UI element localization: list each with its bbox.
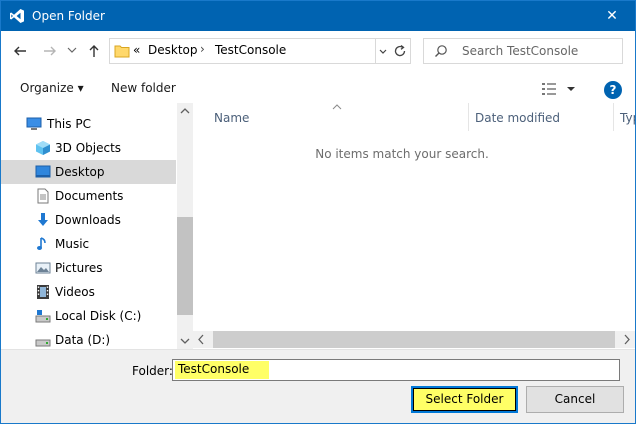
address-bar[interactable]: « Desktop › TestConsole bbox=[109, 38, 411, 64]
music-icon bbox=[37, 237, 46, 250]
computer-icon bbox=[26, 117, 42, 130]
sidebar-item-downloads[interactable]: Downloads bbox=[1, 208, 176, 232]
refresh-button[interactable] bbox=[390, 39, 410, 63]
folder-label: Folder: bbox=[132, 364, 173, 378]
folder-name-value[interactable]: TestConsole bbox=[175, 361, 270, 379]
navigation-scrollbar[interactable] bbox=[177, 103, 193, 349]
navigation-pane: This PC 3D Objects Desktop Documents Dow… bbox=[1, 103, 177, 349]
command-bar: Organize ▾ New folder ? bbox=[1, 73, 635, 103]
column-header-date-modified[interactable]: Date modified bbox=[469, 103, 615, 131]
search-box[interactable]: Search TestConsole bbox=[423, 38, 623, 64]
column-date-label: Date modified bbox=[475, 111, 561, 125]
select-folder-button[interactable]: Select Folder bbox=[411, 386, 518, 413]
address-dropdown-button[interactable] bbox=[376, 39, 390, 63]
horizontal-scrollbar[interactable] bbox=[193, 331, 635, 348]
file-list: Name Date modified Typ No items match yo… bbox=[193, 103, 635, 349]
sidebar-item-label: Music bbox=[55, 237, 90, 251]
sidebar-item-label: Documents bbox=[55, 189, 124, 203]
drive-icon bbox=[35, 339, 51, 347]
download-icon bbox=[38, 213, 48, 226]
new-folder-button[interactable]: New folder bbox=[111, 81, 176, 95]
sidebar-item-label: Data (D:) bbox=[55, 333, 111, 347]
close-button[interactable]: ✕ bbox=[589, 1, 635, 31]
breadcrumb-testconsole[interactable]: TestConsole bbox=[215, 43, 286, 57]
sidebar-item-data-drive[interactable]: Data (D:) bbox=[1, 328, 176, 349]
sidebar-item-label: Desktop bbox=[55, 165, 105, 179]
scrollbar-thumb[interactable] bbox=[177, 217, 193, 315]
sidebar-item-pictures[interactable]: Pictures bbox=[1, 256, 176, 280]
sidebar-item-label: Downloads bbox=[55, 213, 121, 227]
empty-message: No items match your search. bbox=[315, 147, 489, 161]
search-icon bbox=[435, 45, 447, 57]
recent-locations-button[interactable] bbox=[67, 45, 77, 55]
dialog-footer: Folder: TestConsole Select Folder Cancel bbox=[1, 349, 635, 423]
search-placeholder: Search TestConsole bbox=[462, 44, 579, 58]
folder-icon bbox=[114, 45, 130, 58]
sidebar-item-desktop[interactable]: Desktop bbox=[1, 160, 176, 184]
window-title: Open Folder bbox=[32, 9, 105, 23]
sidebar-item-label: Local Disk (C:) bbox=[55, 309, 142, 323]
column-header-type[interactable]: Typ bbox=[614, 103, 635, 131]
back-button[interactable] bbox=[12, 43, 28, 59]
help-button[interactable]: ? bbox=[604, 81, 622, 99]
sidebar-item-videos[interactable]: Videos bbox=[1, 280, 176, 304]
desktop-icon bbox=[35, 165, 51, 178]
forward-button[interactable] bbox=[42, 43, 58, 59]
videos-icon bbox=[37, 285, 49, 299]
view-options-icon[interactable] bbox=[541, 82, 557, 96]
organize-button[interactable]: Organize ▾ bbox=[20, 81, 84, 95]
view-dropdown-icon[interactable] bbox=[566, 84, 576, 94]
sidebar-item-this-pc[interactable]: This PC bbox=[1, 112, 176, 136]
sidebar-item-music[interactable]: Music bbox=[1, 232, 176, 256]
up-button[interactable] bbox=[86, 43, 102, 59]
address-row: « Desktop › TestConsole Search TestConso… bbox=[1, 31, 635, 73]
sidebar-item-local-disk[interactable]: Local Disk (C:) bbox=[1, 304, 176, 328]
address-overflow[interactable]: « bbox=[133, 43, 140, 57]
open-folder-dialog: Open Folder ✕ « Desktop › TestConsole Se… bbox=[0, 0, 636, 424]
sidebar-item-label: Pictures bbox=[55, 261, 103, 275]
column-header-name[interactable]: Name bbox=[193, 103, 469, 131]
scrollbar-thumb[interactable] bbox=[213, 331, 615, 348]
folder-name-input[interactable]: TestConsole bbox=[172, 359, 620, 381]
scroll-down-icon[interactable] bbox=[177, 333, 193, 349]
breadcrumb-desktop[interactable]: Desktop bbox=[148, 43, 198, 57]
sidebar-item-label: This PC bbox=[47, 117, 91, 131]
scroll-right-icon[interactable] bbox=[618, 331, 635, 348]
sidebar-item-label: Videos bbox=[55, 285, 95, 299]
column-type-label: Typ bbox=[620, 111, 635, 125]
vscode-icon bbox=[10, 9, 24, 23]
column-name-label: Name bbox=[214, 111, 250, 125]
pictures-icon bbox=[35, 262, 51, 274]
drive-icon bbox=[35, 310, 51, 323]
cube-icon bbox=[36, 141, 50, 155]
sidebar-item-label: 3D Objects bbox=[55, 141, 122, 155]
sort-ascending-icon bbox=[332, 104, 342, 110]
scroll-up-icon[interactable] bbox=[177, 103, 193, 119]
title-bar: Open Folder ✕ bbox=[1, 1, 635, 31]
sidebar-item-3d-objects[interactable]: 3D Objects bbox=[1, 136, 176, 160]
cancel-button[interactable]: Cancel bbox=[526, 386, 624, 413]
breadcrumb-separator[interactable]: › bbox=[200, 42, 205, 56]
scroll-left-icon[interactable] bbox=[193, 331, 210, 348]
sidebar-item-documents[interactable]: Documents bbox=[1, 184, 176, 208]
documents-icon bbox=[37, 188, 49, 204]
